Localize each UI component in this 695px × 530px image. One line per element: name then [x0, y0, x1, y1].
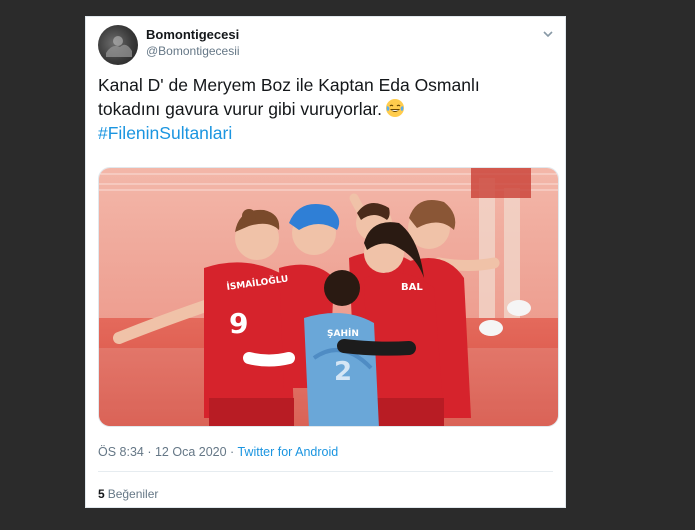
likes-number: 5	[98, 487, 105, 501]
user-handle[interactable]: @Bomontigecesii	[146, 44, 240, 58]
likes-count[interactable]: 5 Beğeniler	[98, 487, 158, 501]
avatar[interactable]	[98, 25, 138, 65]
tweet-card: Bomontigecesi @Bomontigecesii Kanal D' d…	[85, 16, 566, 508]
tweet-date[interactable]: 12 Oca 2020	[155, 445, 227, 459]
tweet-text-line-2: tokadını gavura vurur gibi vuruyorlar.	[98, 97, 554, 121]
tweet-text: Kanal D' de Meryem Boz ile Kaptan Eda Os…	[98, 73, 554, 145]
tweet-photo[interactable]: 9 2 İSMAİLOĞLU BAL ŞAHİN	[98, 167, 559, 427]
divider	[98, 471, 553, 472]
display-name[interactable]: Bomontigecesi	[146, 27, 239, 42]
tweet-time[interactable]: ÖS 8:34	[98, 445, 144, 459]
tweet-source-link[interactable]: Twitter for Android	[237, 445, 338, 459]
avatar-image	[106, 36, 132, 57]
tweet-text-line-2-text: tokadını gavura vurur gibi vuruyorlar.	[98, 99, 383, 119]
chevron-down-icon[interactable]	[541, 27, 555, 41]
meta-separator-2: ·	[226, 445, 238, 459]
jersey-name-2: BAL	[401, 282, 423, 293]
jersey-name-3: ŞAHİN	[327, 328, 359, 339]
tweet-meta: ÖS 8:34 · 12 Oca 2020 · Twitter for Andr…	[98, 445, 338, 459]
meta-separator: ·	[143, 445, 155, 459]
hashtag-link[interactable]: #FileninSultanlari	[98, 121, 554, 145]
jersey-number-9: 9	[229, 307, 248, 340]
tweet-text-line-1: Kanal D' de Meryem Boz ile Kaptan Eda Os…	[98, 75, 480, 95]
likes-label: Beğeniler	[107, 487, 159, 501]
jersey-number-2: 2	[334, 357, 352, 387]
volleyball-team-photo: 9 2 İSMAİLOĞLU BAL ŞAHİN	[99, 168, 558, 426]
tears-of-joy-emoji-icon	[386, 99, 405, 117]
